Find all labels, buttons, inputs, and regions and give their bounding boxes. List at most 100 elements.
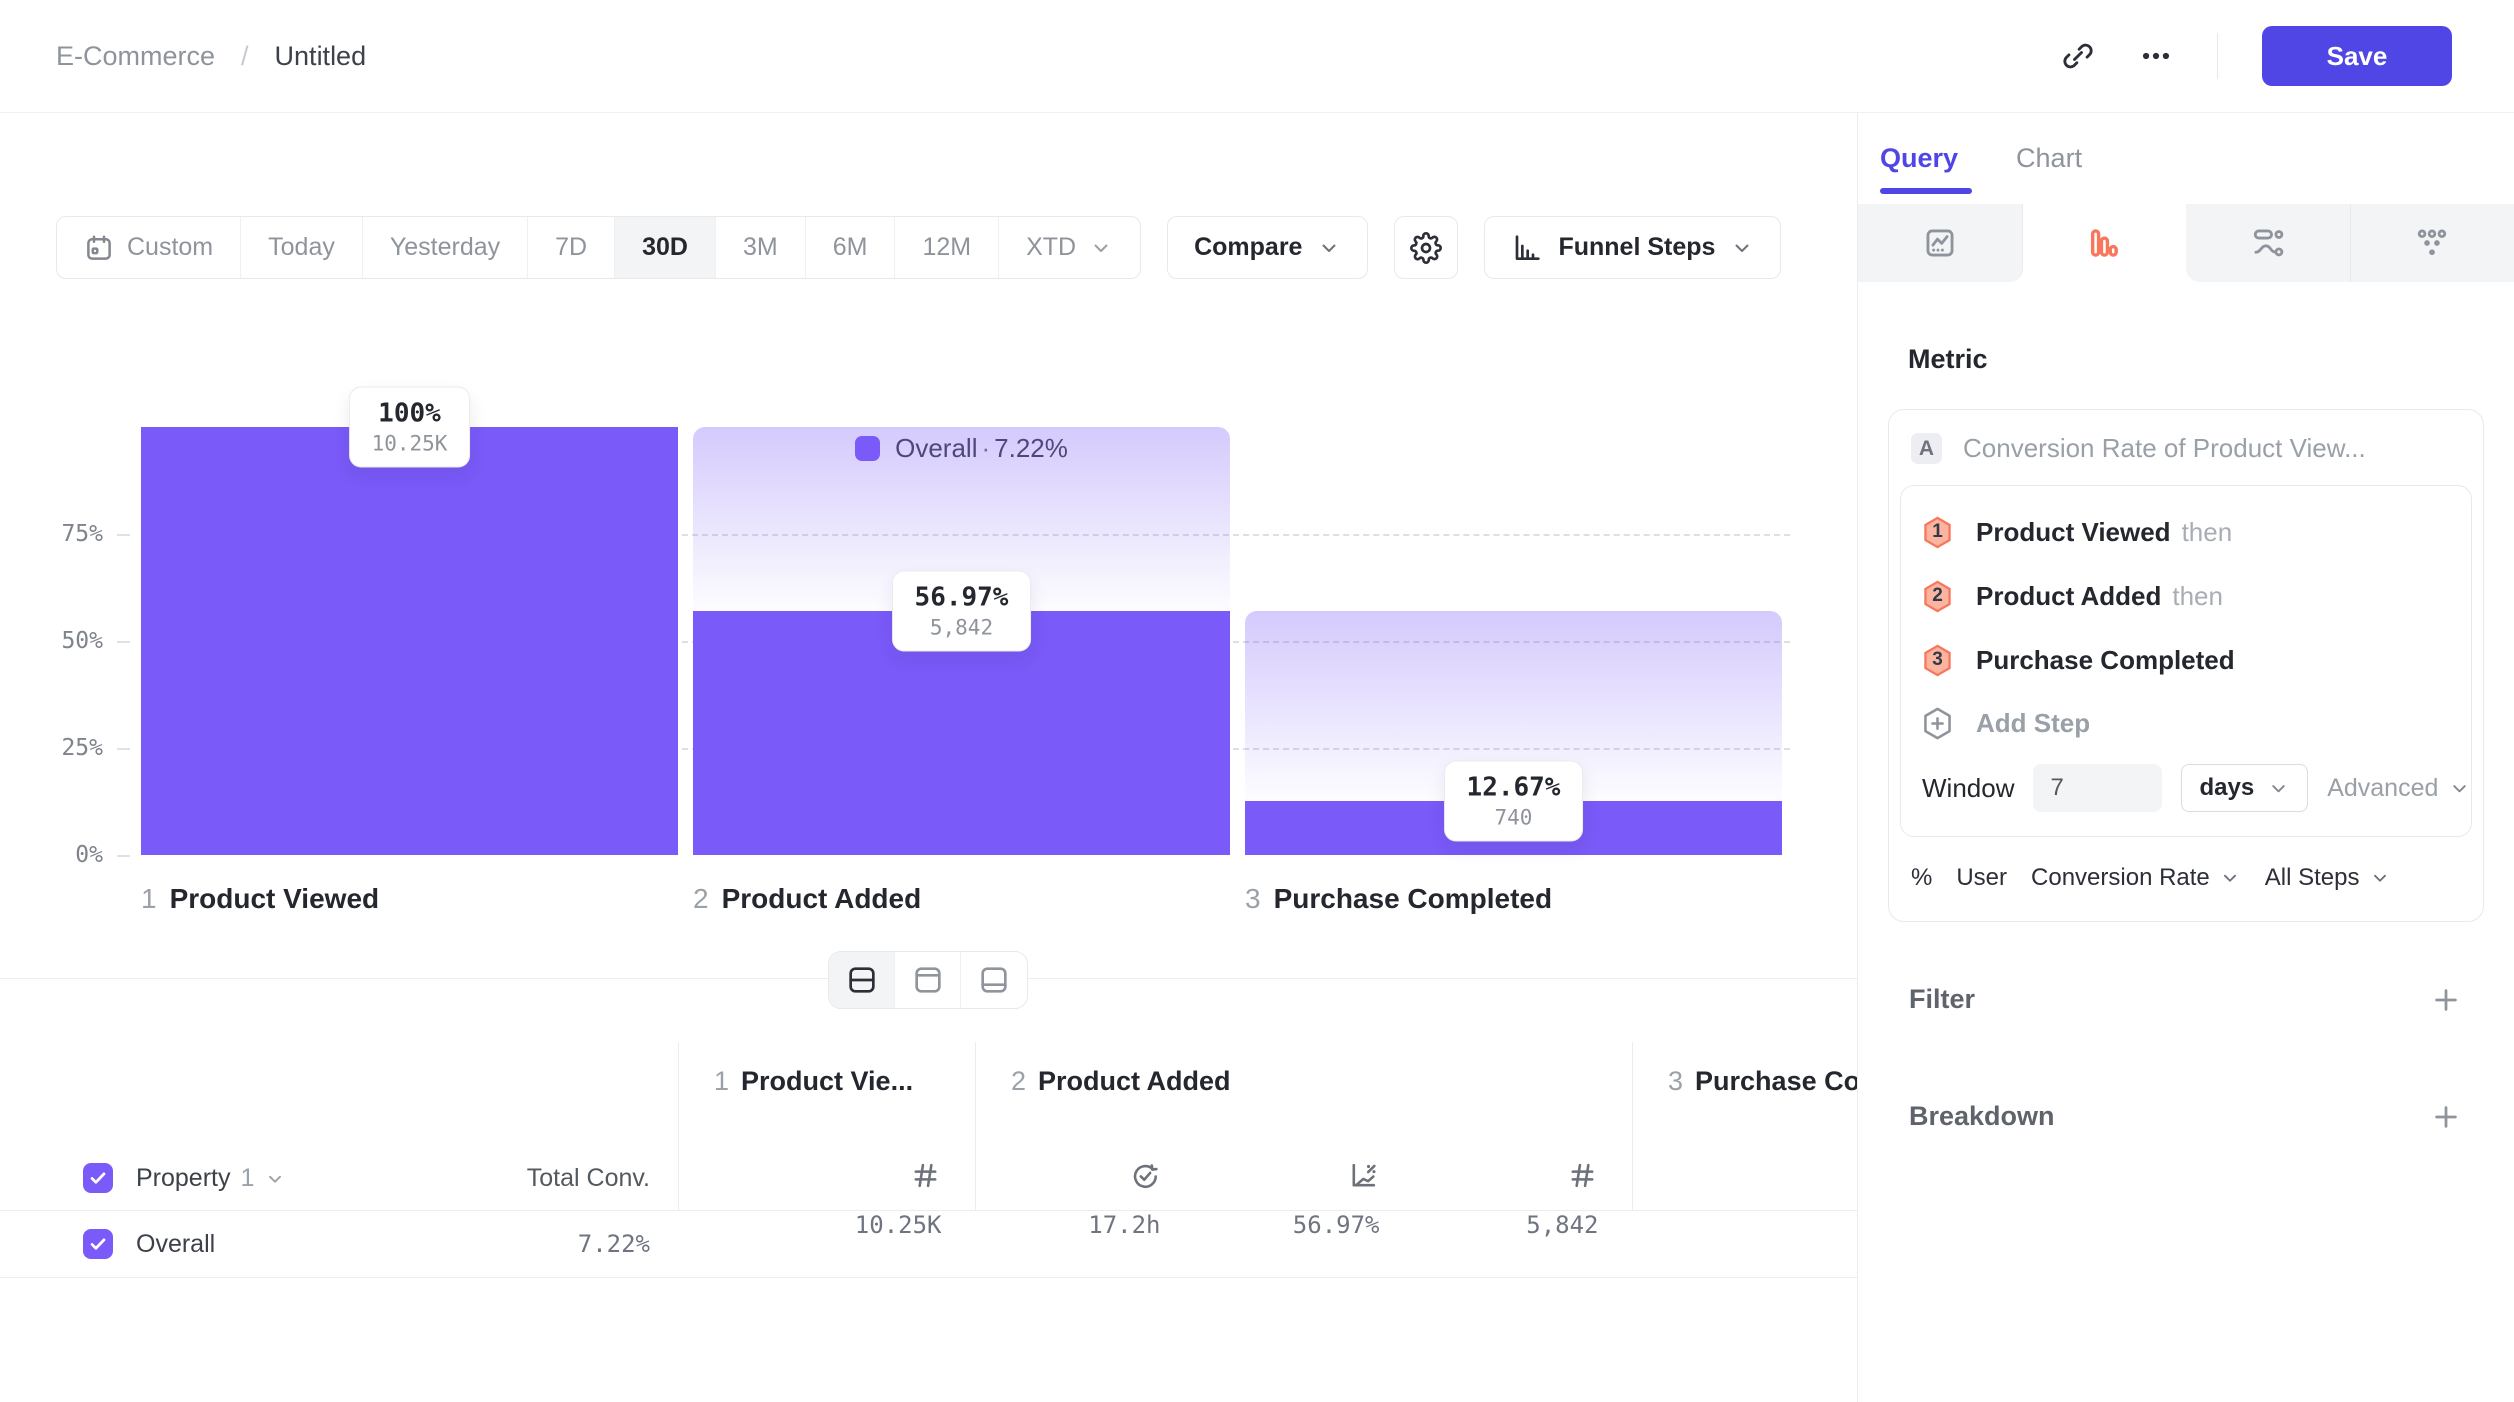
property-dropdown[interactable]: Property 1 — [136, 1164, 286, 1193]
measure-prefix: % — [1911, 864, 1932, 892]
metric-step-2[interactable]: 2Product Addedthen — [1901, 564, 2471, 628]
chevron-down-icon — [2267, 777, 2290, 800]
metric-step-1[interactable]: 1Product Viewedthen — [1901, 500, 2471, 564]
bar-count-value: 5,842 — [915, 616, 1009, 640]
range-xtd[interactable]: XTD — [999, 217, 1140, 278]
range-3m[interactable]: 3M — [716, 217, 806, 278]
chevron-down-icon — [1730, 236, 1754, 260]
step-column-title: 1Product Vie... — [679, 1066, 975, 1097]
step-axis-label: 2Product Added — [693, 883, 921, 915]
table-row-label-cell: Overall 7.22% — [0, 1211, 678, 1277]
window-label: Window — [1922, 773, 2014, 804]
layout-top-toggle[interactable] — [895, 952, 961, 1008]
top-bar: E-Commerce / Untitled Save — [0, 0, 2514, 113]
charttype-tab-flow[interactable] — [2186, 204, 2351, 282]
range-today[interactable]: Today — [241, 217, 363, 278]
table-row[interactable]: Overall 7.22% 10.25K17.2h56.97%5,8421.9D — [0, 1211, 1857, 1278]
select-all-checkbox[interactable] — [83, 1163, 113, 1193]
check-icon — [87, 1233, 109, 1255]
metric-icon-cell — [976, 1160, 1195, 1191]
range-6m[interactable]: 6M — [806, 217, 896, 278]
compare-button[interactable]: Compare — [1167, 216, 1368, 279]
charttype-tab-funnel-bars[interactable] — [2023, 204, 2187, 282]
y-tick-mark — [117, 748, 130, 750]
measure-type-dropdown[interactable]: Conversion Rate — [2031, 864, 2241, 892]
chart-settings-button[interactable] — [1394, 216, 1458, 279]
add-step-button[interactable]: Add Step — [1901, 692, 2471, 754]
more-options-icon[interactable] — [2139, 39, 2173, 73]
bar-pct-value: 56.97% — [915, 583, 1009, 613]
chevron-down-icon — [2448, 777, 2471, 800]
range-12m[interactable]: 12M — [895, 217, 999, 278]
step-hexagon-badge: 2 — [1922, 580, 1953, 613]
save-button[interactable]: Save — [2262, 26, 2452, 86]
funnel-bar-1[interactable] — [141, 427, 678, 855]
window-row: Window days Advanced — [1901, 754, 2471, 834]
add-filter-icon[interactable] — [2431, 985, 2461, 1015]
step-metric-icons — [976, 1160, 1632, 1210]
funnel-bars-icon — [2087, 226, 2121, 260]
window-unit-dropdown[interactable]: days — [2181, 764, 2308, 812]
layout-top-icon — [912, 964, 944, 996]
step-column-title: 3Purchase Completed — [1633, 1066, 1857, 1097]
charttype-tab-dots-grid[interactable] — [2351, 204, 2514, 282]
measure-scope-dropdown[interactable]: All Steps — [2265, 864, 2391, 892]
measure-row: % User Conversion Rate All Steps — [1889, 837, 2483, 921]
chevron-down-icon — [2219, 867, 2241, 889]
step-metric-icons — [679, 1160, 975, 1210]
chart-type-button[interactable]: Funnel Steps — [1484, 216, 1781, 279]
y-tick-label: 75% — [31, 521, 103, 547]
layout-split-toggle[interactable] — [829, 952, 895, 1008]
window-value-input[interactable] — [2033, 764, 2162, 812]
tab-chart[interactable]: Chart — [2016, 143, 2082, 174]
metric-value-cell: 56.97% — [1195, 1211, 1414, 1239]
dots-grid-icon — [2415, 226, 2449, 260]
breadcrumb-current[interactable]: Untitled — [275, 41, 367, 72]
step-axis-label: 3Purchase Completed — [1245, 883, 1552, 915]
metric-card: A Conversion Rate of Product View... 1Pr… — [1888, 409, 2484, 922]
share-link-icon[interactable] — [2061, 39, 2095, 73]
chevron-down-icon — [1089, 236, 1113, 260]
row-label: Overall — [136, 1230, 215, 1259]
table-header-row: Property 1 Total Conv. 1Product Vie...2P… — [0, 1042, 1857, 1211]
hash-icon[interactable] — [910, 1160, 941, 1191]
table-header-step-3: 3Purchase Completed — [1632, 1042, 1857, 1210]
clock-check-icon[interactable] — [1130, 1160, 1161, 1191]
measure-entity[interactable]: User — [1956, 864, 2007, 892]
range-yesterday[interactable]: Yesterday — [363, 217, 528, 278]
range-30d[interactable]: 30D — [615, 217, 716, 278]
charttype-tab-line-chart[interactable] — [1858, 204, 2023, 282]
range-label: 12M — [922, 233, 971, 262]
line-chart-icon — [1923, 226, 1957, 260]
chart-percent-icon[interactable] — [1348, 1160, 1379, 1191]
metric-heading: Metric — [1908, 344, 2484, 375]
layout-split-icon — [846, 964, 878, 996]
metric-value-cell: 5,842 — [1414, 1211, 1633, 1239]
metric-step-3[interactable]: 3Purchase Completed — [1901, 628, 2471, 692]
step-values: 1.9D — [1633, 1211, 1858, 1239]
bar-value-tooltip: 56.97% 5,842 — [892, 571, 1032, 652]
add-breakdown-icon[interactable] — [2431, 1102, 2461, 1132]
breadcrumb-root[interactable]: E-Commerce — [56, 41, 215, 72]
range-custom[interactable]: Custom — [57, 217, 241, 278]
advanced-dropdown[interactable]: Advanced — [2327, 774, 2471, 803]
row-checkbox[interactable] — [83, 1229, 113, 1259]
metric-card-header[interactable]: A Conversion Rate of Product View... — [1889, 410, 2483, 485]
table-row-step-1: 10.25K — [678, 1211, 975, 1277]
range-7d[interactable]: 7D — [528, 217, 615, 278]
chart-toolbar: Custom TodayYesterday7D30D3M6M 12M XTD Comp… — [56, 216, 1781, 279]
step-name: Purchase Completed — [1274, 883, 1553, 914]
range-label: Custom — [127, 233, 213, 262]
step-column-name: Purchase Completed — [1695, 1066, 1857, 1096]
metric-value-cell: 1.9D — [1633, 1211, 1858, 1239]
step-hexagon-badge: 3 — [1922, 644, 1953, 677]
layout-bottom-toggle[interactable] — [961, 952, 1027, 1008]
hash-icon[interactable] — [1567, 1160, 1598, 1191]
layout-toggle — [828, 951, 1028, 1009]
y-tick-label: 50% — [31, 628, 103, 654]
table-row-step-3: 1.9D — [1632, 1211, 1857, 1277]
breadcrumb: E-Commerce / Untitled — [56, 41, 366, 72]
y-tick-mark — [117, 641, 130, 643]
bar-value-tooltip: 100%10.25K — [349, 387, 471, 468]
tab-query[interactable]: Query — [1880, 143, 1958, 174]
